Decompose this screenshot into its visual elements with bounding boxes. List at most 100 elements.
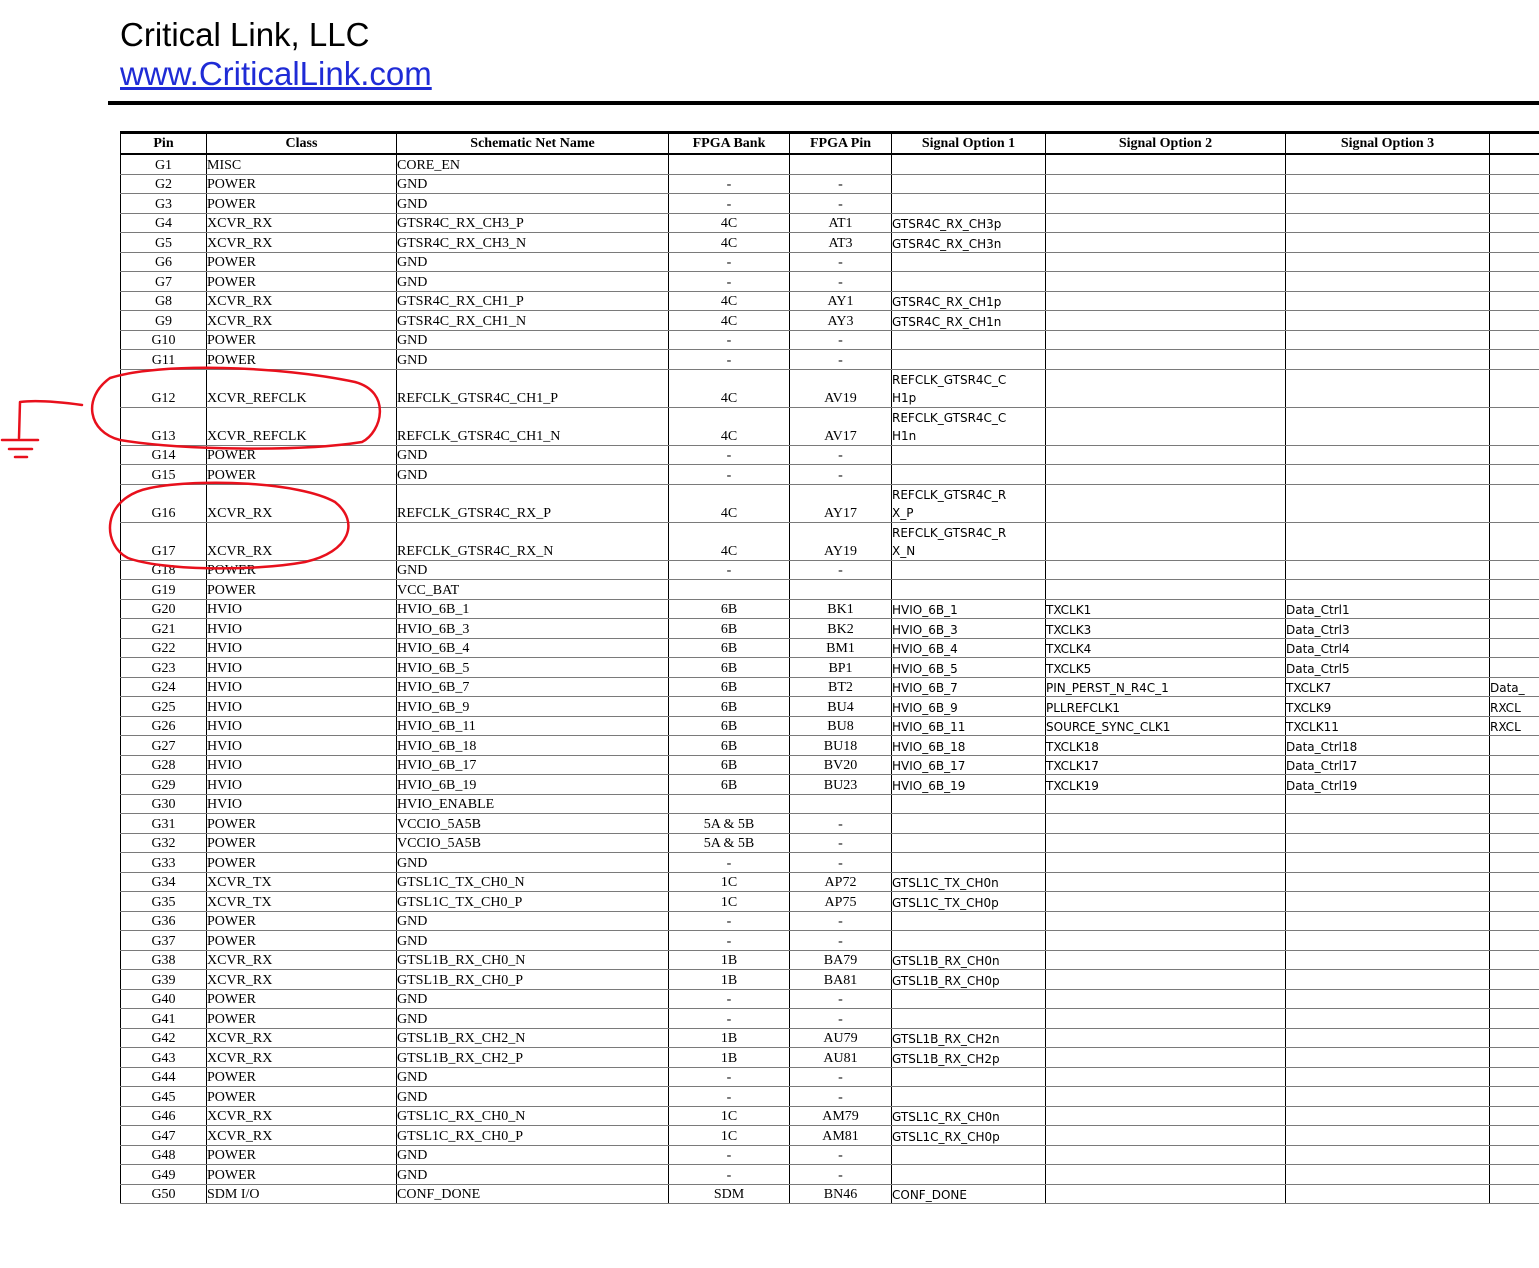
cell-fpga-bank: -	[668, 1086, 790, 1107]
cell-fpga-bank: 4C	[668, 310, 790, 331]
cell-signal-option-3	[1285, 949, 1490, 970]
cell-signal-option-2	[1045, 173, 1286, 194]
cell-fpga-pin: BU4	[789, 696, 892, 717]
cell-signal-option-4	[1489, 251, 1539, 272]
cell-net-name: HVIO_6B_7	[396, 676, 669, 697]
cell-signal-option-4	[1489, 735, 1539, 756]
cell-fpga-pin: BN46	[789, 1183, 892, 1204]
cell-signal-option-2	[1045, 329, 1286, 350]
cell-signal-option-4	[1489, 1086, 1539, 1107]
cell-pin: G32	[120, 832, 207, 853]
cell-fpga-bank: 1B	[668, 949, 790, 970]
cell-signal-option-4	[1489, 754, 1539, 775]
cell-net-name: CONF_DONE	[396, 1183, 669, 1204]
cell-net-name: VCCIO_5A5B	[396, 813, 669, 834]
cell-fpga-bank: 1C	[668, 1105, 790, 1126]
cell-signal-option-4	[1489, 637, 1539, 658]
cell-net-name: GND	[396, 251, 669, 272]
cell-net-name: GTSR4C_RX_CH3_N	[396, 232, 669, 253]
cell-net-name: GTSL1B_RX_CH2_P	[396, 1047, 669, 1068]
cell-net-name: HVIO_6B_11	[396, 715, 669, 736]
cell-net-name: GTSL1C_TX_CH0_N	[396, 871, 669, 892]
cell-net-name: HVIO_6B_4	[396, 637, 669, 658]
cell-signal-option-4	[1489, 813, 1539, 834]
cell-net-name: GTSL1C_RX_CH0_N	[396, 1105, 669, 1126]
cell-pin: G26	[120, 715, 207, 736]
cell-signal-option-3: TXCLK9	[1285, 696, 1490, 717]
cell-class: XCVR_TX	[206, 891, 397, 912]
cell-signal-option-3	[1285, 483, 1490, 523]
cell-class: HVIO	[206, 793, 397, 814]
cell-pin: G1	[120, 153, 207, 175]
cell-pin: G37	[120, 930, 207, 951]
cell-net-name: REFCLK_GTSR4C_CH1_N	[396, 406, 669, 446]
website-link[interactable]: www.CriticalLink.com	[120, 55, 432, 93]
cell-signal-option-1: GTSR4C_RX_CH3n	[891, 232, 1046, 253]
cell-signal-option-3: Data_Ctrl19	[1285, 774, 1490, 795]
cell-fpga-pin: AY19	[789, 521, 892, 561]
cell-pin: G22	[120, 637, 207, 658]
cell-pin: G15	[120, 464, 207, 485]
cell-signal-option-1	[891, 930, 1046, 951]
cell-signal-option-2	[1045, 930, 1286, 951]
cell-signal-option-4	[1489, 1183, 1539, 1204]
cell-fpga-pin: -	[789, 832, 892, 853]
cell-net-name: GTSL1C_TX_CH0_P	[396, 891, 669, 912]
cell-signal-option-1: HVIO_6B_19	[891, 774, 1046, 795]
cell-signal-option-4	[1489, 271, 1539, 292]
table-row: G25 HVIO HVIO_6B_9 6B BU4 HVIO_6B_9 PLLREFCLK1…	[120, 696, 1539, 717]
cell-class: HVIO	[206, 735, 397, 756]
cell-signal-option-3	[1285, 988, 1490, 1009]
cell-signal-option-4	[1489, 969, 1539, 990]
cell-signal-option-4	[1489, 310, 1539, 331]
cell-signal-option-2: PIN_PERST_N_R4C_1	[1045, 676, 1286, 697]
cell-signal-option-4	[1489, 618, 1539, 639]
cell-fpga-bank: 6B	[668, 696, 790, 717]
cell-line: H1n	[892, 428, 917, 443]
table-body: G1 MISC CORE_EN G2 POWER GND - - G3 POWER GND - - G4 X…	[120, 153, 1539, 1204]
cell-signal-option-3	[1285, 969, 1490, 990]
cell-line: REFCLK_GTSR4C_R	[892, 525, 1007, 540]
cell-signal-option-1	[891, 910, 1046, 931]
cell-signal-option-3	[1285, 852, 1490, 873]
cell-signal-option-2	[1045, 988, 1286, 1009]
cell-pin: G45	[120, 1086, 207, 1107]
cell-fpga-pin: BK1	[789, 598, 892, 619]
cell-signal-option-1: CONF_DONE	[891, 1183, 1046, 1204]
cell-fpga-bank: 4C	[668, 212, 790, 233]
table-row: G3 POWER GND - -	[120, 193, 1539, 214]
cell-signal-option-4	[1489, 290, 1539, 311]
cell-signal-option-1	[891, 444, 1046, 465]
cell-pin: G29	[120, 774, 207, 795]
table-row: G32 POWER VCCIO_5A5B 5A & 5B -	[120, 832, 1539, 853]
cell-fpga-pin: AP72	[789, 871, 892, 892]
cell-pin: G46	[120, 1105, 207, 1126]
cell-signal-option-2	[1045, 1047, 1286, 1068]
cell-signal-option-3	[1285, 1183, 1490, 1204]
header-signal-option-1: Signal Option 1	[891, 131, 1046, 155]
cell-signal-option-4	[1489, 1144, 1539, 1165]
cell-signal-option-4	[1489, 1027, 1539, 1048]
cell-signal-option-1: GTSL1C_TX_CH0p	[891, 891, 1046, 912]
cell-signal-option-1	[891, 579, 1046, 600]
table-row: G49 POWER GND - -	[120, 1164, 1539, 1185]
cell-signal-option-3: TXCLK7	[1285, 676, 1490, 697]
cell-signal-option-1: HVIO_6B_3	[891, 618, 1046, 639]
table-row: G26 HVIO HVIO_6B_11 6B BU8 HVIO_6B_11 SOURCE_S…	[120, 715, 1539, 736]
cell-net-name: HVIO_6B_1	[396, 598, 669, 619]
cell-pin: G31	[120, 813, 207, 834]
cell-signal-option-2	[1045, 949, 1286, 970]
table-row: G27 HVIO HVIO_6B_18 6B BU18 HVIO_6B_18 TXCLK18…	[120, 735, 1539, 756]
cell-net-name: GND	[396, 1008, 669, 1029]
cell-class: POWER	[206, 329, 397, 350]
table-row: G38 XCVR_RX GTSL1B_RX_CH0_N 1B BA79 GTSL1B_RX…	[120, 949, 1539, 970]
cell-fpga-bank: 1B	[668, 1027, 790, 1048]
table-row: G5 XCVR_RX GTSR4C_RX_CH3_N 4C AT3 GTSR4C_RX_C…	[120, 232, 1539, 253]
cell-net-name: HVIO_6B_5	[396, 657, 669, 678]
cell-signal-option-1: GTSL1B_RX_CH2p	[891, 1047, 1046, 1068]
cell-class: POWER	[206, 852, 397, 873]
cell-pin: G13	[120, 406, 207, 446]
cell-signal-option-1: HVIO_6B_11	[891, 715, 1046, 736]
cell-signal-option-1: GTSL1B_RX_CH0n	[891, 949, 1046, 970]
cell-signal-option-1	[891, 559, 1046, 580]
